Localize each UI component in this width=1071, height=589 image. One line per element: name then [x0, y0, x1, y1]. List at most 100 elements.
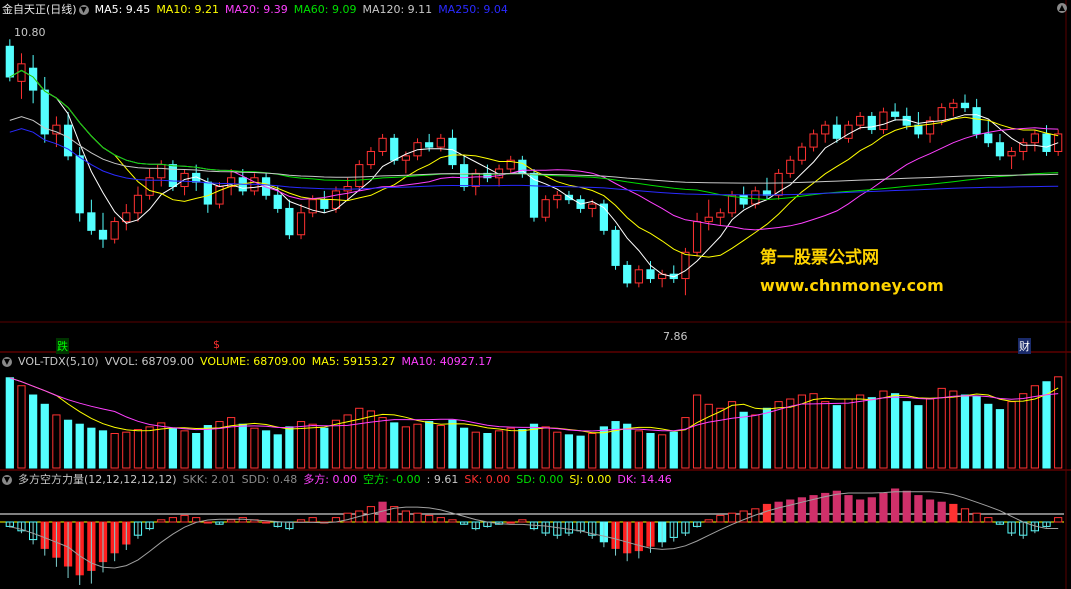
candle-body: [401, 155, 410, 161]
volume-bar: [949, 390, 958, 469]
sdd-label: SDD: 0.48: [241, 473, 298, 486]
stock-name[interactable]: 金自天正(日线): [2, 3, 77, 16]
volume-bar: [122, 431, 131, 469]
candle-body: [832, 124, 841, 139]
volume-bar: [494, 430, 504, 469]
indicator-bar: [401, 510, 410, 523]
vol-ma5-label: MA5: 59153.27: [311, 355, 396, 368]
volume-dropdown-icon[interactable]: ▼: [2, 357, 12, 367]
candle-body: [972, 107, 981, 135]
candle-body: [925, 120, 935, 135]
volume-bar: [285, 426, 294, 469]
volume-bar: [448, 419, 457, 469]
candle-body: [29, 67, 38, 91]
indicator-bar: [704, 519, 713, 523]
volume-bar: [390, 422, 399, 469]
candle-body: [588, 203, 597, 209]
volume-bar: [320, 427, 329, 469]
indicator-bar: [727, 512, 737, 523]
volume-bar: [751, 414, 760, 469]
candle-body: [914, 124, 923, 135]
volume-bar: [553, 431, 562, 469]
volume-bar: [1007, 401, 1016, 469]
volume-bar: [658, 434, 667, 469]
volume-bar: [1054, 376, 1063, 469]
volume-bar: [960, 394, 970, 469]
indicator-bar: [937, 501, 946, 523]
indicator-bar: [844, 495, 853, 523]
indicator-bar: [925, 499, 935, 523]
volume-bar: [238, 423, 247, 469]
candle-body: [471, 172, 480, 188]
volume-bar: [52, 414, 61, 469]
duofang-label: 多方: 0.00: [303, 473, 357, 486]
volume-indicator-name[interactable]: VOL-TDX(5,10): [18, 355, 99, 368]
high-price-label: 10.80: [14, 26, 46, 39]
candle-body: [1007, 150, 1016, 157]
candle-body: [727, 194, 737, 214]
candle-body: [821, 124, 830, 135]
indicator-bar: [960, 508, 970, 523]
volume-bar: [180, 430, 189, 469]
indicator-bar: [296, 519, 306, 523]
candle-body: [203, 181, 212, 205]
indicator-name[interactable]: 多方空方力量(12,12,12,12,12): [18, 473, 177, 486]
volume-bar: [646, 432, 655, 469]
ma5-label: MA5: 9.45: [94, 3, 151, 16]
marker-s[interactable]: $: [212, 338, 221, 351]
candle-body: [751, 190, 760, 205]
ma20-label: MA20: 9.39: [225, 3, 288, 16]
indicator-bar: [192, 517, 201, 523]
volume-bar: [506, 427, 515, 469]
vvol-label: VVOL: 68709.00: [104, 355, 195, 368]
volume-bar: [5, 377, 14, 469]
indicator-bar: [786, 499, 795, 523]
candle-body: [692, 221, 702, 253]
indicator-bar: [518, 519, 527, 523]
volume-bar: [366, 410, 376, 469]
volume-bar: [879, 390, 888, 469]
volume-bar: [87, 427, 96, 469]
volume-bar: [867, 397, 876, 469]
candle-body: [168, 164, 178, 188]
volume-bar: [623, 423, 632, 469]
candle-body: [320, 199, 329, 209]
candle-body: [5, 45, 14, 78]
candle-body: [634, 269, 643, 284]
dropdown-icon[interactable]: ▼: [78, 5, 89, 15]
candle-body: [296, 212, 306, 236]
indicator-bar: [774, 501, 783, 523]
candle-body: [809, 133, 818, 148]
candle-body: [40, 89, 49, 135]
volume-bar: [436, 425, 445, 469]
candle-body: [797, 146, 807, 161]
candle-body: [1042, 133, 1051, 152]
indicator-bar: [914, 495, 923, 523]
indicator-bar: [180, 514, 189, 523]
candle-body: [856, 115, 865, 126]
candle-body: [133, 194, 143, 214]
settings-icon[interactable]: ▲: [1057, 3, 1067, 13]
volume-bar: [972, 395, 981, 469]
indicator-bar: [157, 519, 166, 523]
candle-body: [459, 164, 469, 188]
volume-bar: [984, 403, 993, 469]
volume-bar: [378, 417, 387, 469]
volume-ma10-line: [9, 377, 1059, 432]
candle-body: [541, 199, 550, 218]
indicator-dropdown-icon[interactable]: ▼: [2, 475, 12, 485]
candle-body: [157, 164, 166, 179]
candle-body: [739, 194, 748, 205]
marker-die[interactable]: 跌: [56, 338, 69, 354]
volume-bar: [576, 435, 585, 469]
volume-panel-header: ▼ VOL-TDX(5,10) VVOL: 68709.00 VOLUME: 6870…: [2, 355, 498, 369]
marker-cai[interactable]: 财: [1018, 338, 1031, 354]
volume-bar: [774, 401, 783, 469]
volume-bar: [110, 432, 119, 469]
volume-bar: [529, 423, 539, 469]
ma60-label: MA60: 9.09: [293, 3, 357, 16]
volume-label: VOLUME: 68709.00: [200, 355, 306, 368]
ma10-label: MA10: 9.21: [156, 3, 220, 16]
volume-bar: [692, 394, 702, 469]
candle-body: [786, 159, 795, 174]
